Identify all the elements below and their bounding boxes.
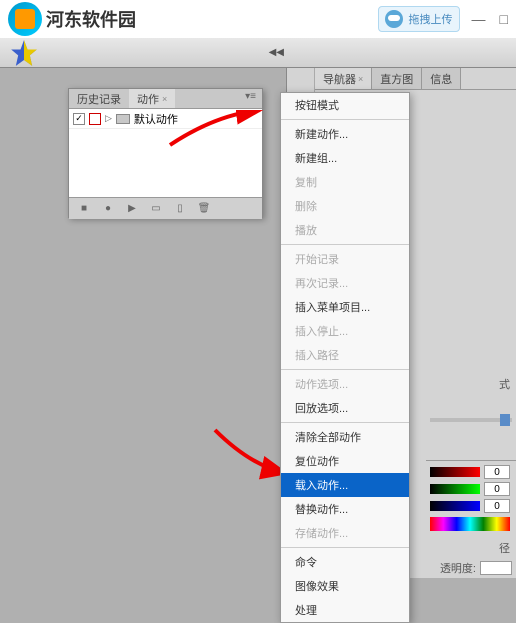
color-panel: 0 0 0 <box>426 460 516 535</box>
tab-label: 直方图 <box>380 71 413 87</box>
close-icon[interactable]: × <box>358 74 363 84</box>
menu-item: 插入路径 <box>281 343 409 367</box>
stroke-label: 径 <box>499 540 510 556</box>
play-button[interactable]: ▶ <box>125 202 139 216</box>
color-row-r: 0 <box>430 465 512 479</box>
menu-item[interactable]: 处理 <box>281 598 409 622</box>
menu-item[interactable]: 清除全部动作 <box>281 425 409 449</box>
menu-separator <box>281 119 409 120</box>
menu-item[interactable]: 回放选项... <box>281 396 409 420</box>
actions-footer: ■ ● ▶ ▭ ▯ 🗑 <box>69 197 262 219</box>
opacity-control: 透明度: <box>440 560 512 576</box>
menu-item[interactable]: 插入菜单项目... <box>281 295 409 319</box>
tab-label: 信息 <box>430 71 452 87</box>
new-action-button[interactable]: ▯ <box>173 202 187 216</box>
opacity-label: 透明度: <box>440 560 476 576</box>
new-set-button[interactable]: ▭ <box>149 202 163 216</box>
menu-item[interactable]: 新建动作... <box>281 122 409 146</box>
titlebar-right: 拖拽上传 — □ <box>378 6 508 32</box>
actions-panel: 历史记录 动作 × ▾≡ ✓ ▷ 默认动作 ■ ● ▶ ▭ ▯ 🗑 <box>68 88 263 218</box>
tab-label: 动作 <box>137 91 159 107</box>
tab-history[interactable]: 历史记录 <box>69 89 129 108</box>
actions-list: ✓ ▷ 默认动作 <box>69 109 262 197</box>
slider-thumb[interactable] <box>500 414 510 426</box>
opacity-input[interactable] <box>480 561 512 575</box>
star-icon <box>10 39 38 67</box>
menu-item: 播放 <box>281 218 409 242</box>
folder-icon <box>116 114 130 124</box>
cloud-icon <box>385 10 403 28</box>
menu-item: 插入停止... <box>281 319 409 343</box>
red-slider[interactable] <box>430 467 480 477</box>
menu-item: 删除 <box>281 194 409 218</box>
panel-menu-button[interactable]: ▾≡ <box>239 89 262 108</box>
tab-actions[interactable]: 动作 × <box>129 89 175 108</box>
tab-histogram[interactable]: 直方图 <box>372 68 422 89</box>
collapse-arrows-icon[interactable]: ◀◀ <box>269 47 284 58</box>
menu-item: 复制 <box>281 170 409 194</box>
upload-button[interactable]: 拖拽上传 <box>378 6 460 32</box>
expand-icon[interactable]: ▷ <box>105 113 112 124</box>
green-slider[interactable] <box>430 484 480 494</box>
menu-item[interactable]: 新建组... <box>281 146 409 170</box>
toggle-checkbox[interactable]: ✓ <box>73 113 85 125</box>
menu-item[interactable]: 按钮模式 <box>281 93 409 117</box>
app-toolbar: ◀◀ <box>0 38 516 68</box>
record-button[interactable]: ● <box>101 202 115 216</box>
actions-panel-tabs: 历史记录 动作 × ▾≡ <box>69 89 262 109</box>
menu-separator <box>281 422 409 423</box>
site-logo-icon <box>8 2 42 36</box>
style-label: 式 <box>499 376 510 392</box>
color-spectrum[interactable] <box>430 517 510 531</box>
menu-item: 开始记录 <box>281 247 409 271</box>
color-row-b: 0 <box>430 499 512 513</box>
right-panel-tabs: 导航器 × 直方图 信息 <box>315 68 516 90</box>
color-row-g: 0 <box>430 482 512 496</box>
tab-label: 历史记录 <box>77 91 121 107</box>
window-controls: — □ <box>472 11 508 27</box>
site-logo-area: 河东软件园 <box>8 2 136 36</box>
blue-slider[interactable] <box>430 501 480 511</box>
menu-item[interactable]: 复位动作 <box>281 449 409 473</box>
action-set-row[interactable]: ✓ ▷ 默认动作 <box>69 109 262 129</box>
title-bar: 河东软件园 拖拽上传 — □ <box>0 0 516 38</box>
menu-item: 动作选项... <box>281 372 409 396</box>
tab-navigator[interactable]: 导航器 × <box>315 68 372 89</box>
stop-button[interactable]: ■ <box>77 202 91 216</box>
red-value[interactable]: 0 <box>484 465 510 479</box>
menu-item[interactable]: 载入动作... <box>281 473 409 497</box>
close-icon[interactable]: × <box>162 94 167 104</box>
maximize-button[interactable]: □ <box>500 11 508 27</box>
dialog-toggle[interactable] <box>89 113 101 125</box>
site-name: 河东软件园 <box>46 6 136 32</box>
panel-context-menu: 按钮模式新建动作...新建组...复制删除播放开始记录再次记录...插入菜单项目… <box>280 92 410 623</box>
slider-track[interactable] <box>430 418 512 422</box>
menu-separator <box>281 547 409 548</box>
minimize-button[interactable]: — <box>472 11 486 27</box>
green-value[interactable]: 0 <box>484 482 510 496</box>
tab-label: 导航器 <box>323 71 356 87</box>
delete-button[interactable]: 🗑 <box>197 202 211 216</box>
menu-item: 存储动作... <box>281 521 409 545</box>
menu-item[interactable]: 命令 <box>281 550 409 574</box>
action-set-label: 默认动作 <box>134 111 178 127</box>
menu-item[interactable]: 替换动作... <box>281 497 409 521</box>
tab-info[interactable]: 信息 <box>422 68 461 89</box>
menu-separator <box>281 369 409 370</box>
menu-item: 再次记录... <box>281 271 409 295</box>
upload-label: 拖拽上传 <box>409 11 453 27</box>
menu-separator <box>281 244 409 245</box>
blue-value[interactable]: 0 <box>484 499 510 513</box>
